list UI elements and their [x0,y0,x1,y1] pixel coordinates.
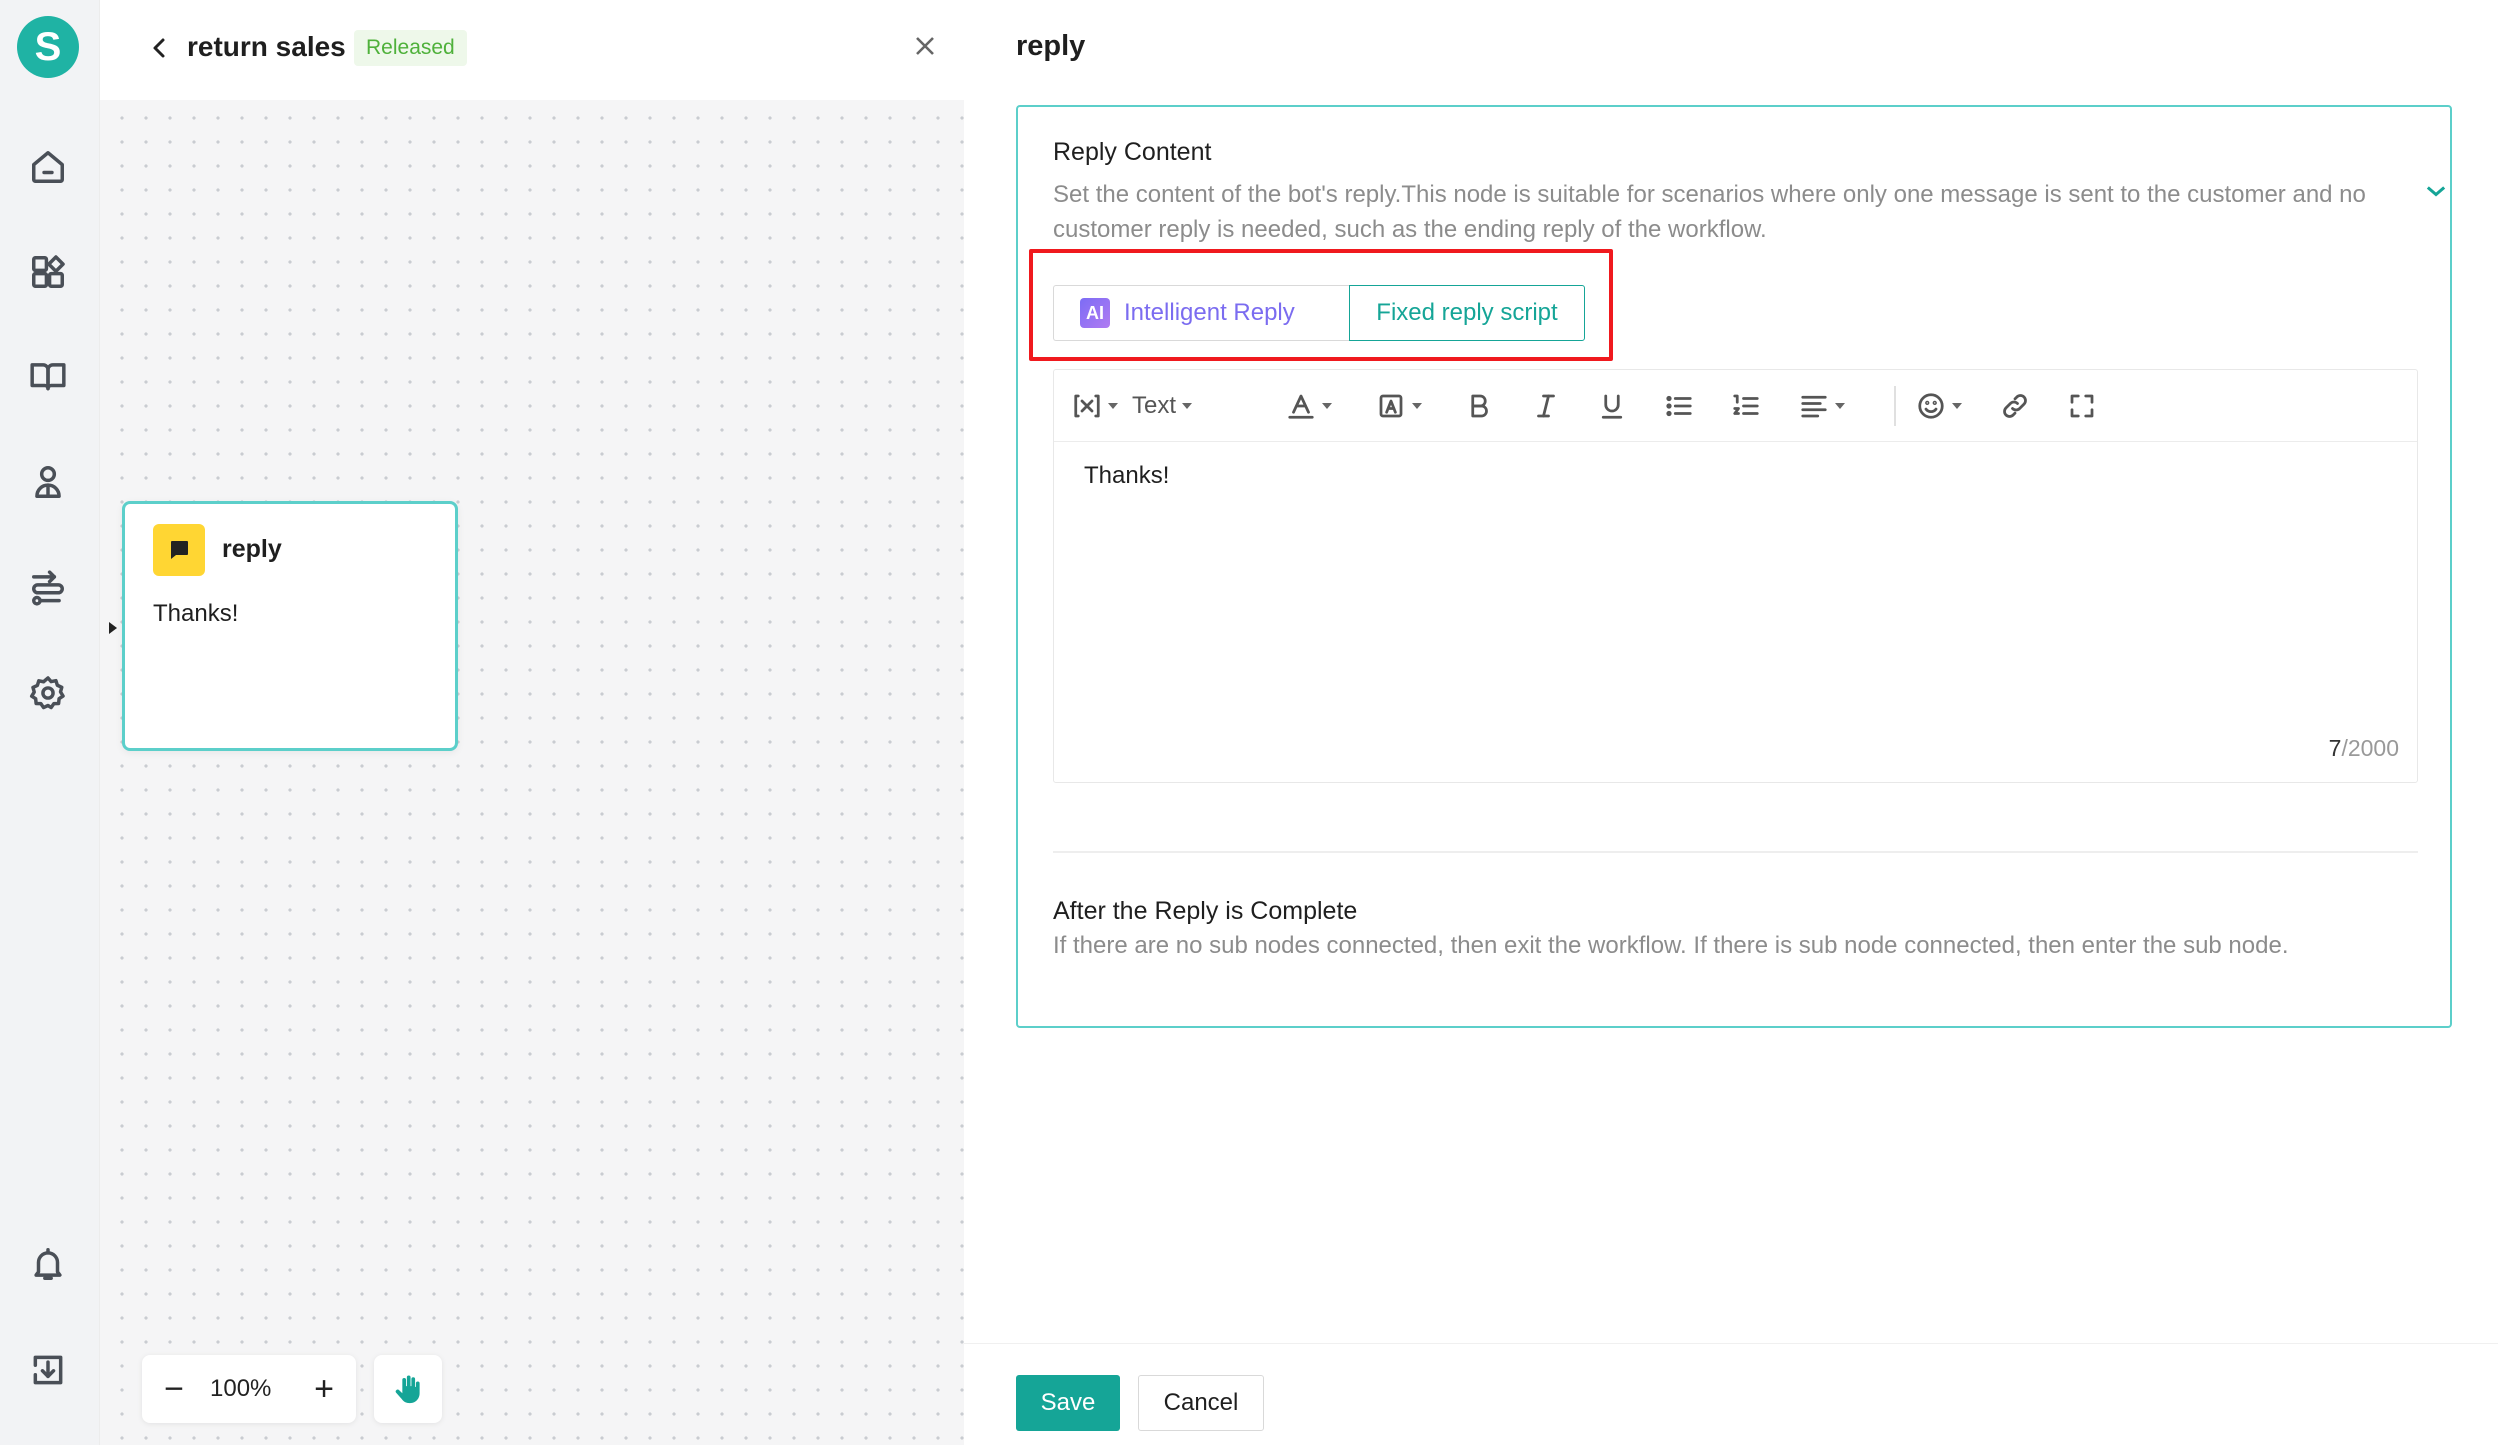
chevron-left-icon [153,38,165,58]
node-title: reply [222,535,282,563]
highlight-color-icon [1379,394,1403,418]
emoji-button[interactable] [1916,388,1962,424]
bullet-list-button[interactable] [1664,388,1694,424]
toolbar-divider [1894,386,1896,426]
bullet-list-icon [1666,395,1692,417]
zoom-control: − 100% + [142,1355,356,1423]
highlight-color-button[interactable] [1376,388,1422,424]
tab-intelligent-reply[interactable]: AI Intelligent Reply [1053,285,1349,341]
app-logo[interactable]: S [17,16,79,78]
zoom-out-button[interactable]: − [154,1369,194,1409]
workflow-canvas[interactable]: return sales Released reply Thanks! − 10… [100,0,964,1445]
close-icon [916,37,934,55]
rich-text-editor[interactable]: Text Thanks! 7/2000 [1053,369,2418,783]
reply-content-section: Reply Content Set the content of the bot… [1016,105,2452,1028]
back-button[interactable] [142,30,178,66]
text-style-label: Text [1132,392,1177,419]
tab-intelligent-reply-label: Intelligent Reply [1124,299,1295,326]
panel-title: reply [1016,30,1086,62]
zoom-level: 100% [210,1375,272,1402]
bold-button[interactable] [1464,388,1494,424]
apps-icon[interactable] [28,252,68,292]
ai-icon: AI [1080,298,1110,328]
users-icon[interactable] [28,462,68,502]
fullscreen-icon [2070,394,2094,418]
fullscreen-button[interactable] [2067,388,2097,424]
close-button[interactable] [892,16,958,76]
workflow-icon[interactable] [28,568,68,608]
reply-content-title: Reply Content [1053,138,1212,166]
tab-fixed-reply-script[interactable]: Fixed reply script [1349,285,1585,341]
canvas-header: return sales Released [100,0,964,100]
underline-icon [1601,394,1623,419]
bell-icon[interactable] [28,1244,68,1284]
left-nav-rail: S [0,0,100,1445]
chevron-down-icon[interactable] [2422,177,2450,205]
node-input-port[interactable] [109,622,117,634]
bold-icon [1471,394,1488,418]
font-color-button[interactable] [1286,388,1332,424]
save-button[interactable]: Save [1016,1375,1120,1431]
zoom-in-button[interactable]: + [304,1369,344,1409]
align-button[interactable] [1799,388,1845,424]
section-divider [1053,851,2418,853]
download-icon[interactable] [28,1350,68,1390]
node-preview-text: Thanks! [153,600,239,627]
insert-variable-button[interactable] [1072,388,1118,424]
character-counter: 7/2000 [2328,735,2399,761]
reply-node-card[interactable]: reply Thanks! [109,501,458,751]
panel-footer: Save Cancel [964,1343,2498,1445]
home-icon[interactable] [28,147,68,187]
hand-icon [395,1375,420,1404]
cancel-button[interactable]: Cancel [1138,1375,1264,1431]
underline-button[interactable] [1597,388,1627,424]
font-color-icon [1288,394,1314,419]
numbered-list-button[interactable] [1731,388,1761,424]
italic-icon [1537,394,1555,418]
reply-content-description: Set the content of the bot's reply.This … [1053,181,2366,243]
editor-content[interactable]: Thanks! [1084,462,1169,490]
after-reply-title: After the Reply is Complete [1053,897,1358,925]
text-style-dropdown[interactable]: Text [1132,388,1193,424]
align-icon [1801,395,1827,418]
pan-tool-button[interactable] [374,1355,442,1423]
app-root: S return sales Released reply Thanks! − … [0,0,2498,1445]
emoji-icon [1918,393,1944,419]
editor-toolbar: Text [1054,370,2417,442]
status-badge: Released [354,30,467,66]
link-icon [2003,394,2027,418]
after-reply-description: If there are no sub nodes connected, the… [1053,932,2289,959]
italic-button[interactable] [1531,388,1561,424]
node-config-panel: reply Reply Content Set the content of t… [964,0,2498,1445]
message-icon [153,524,205,576]
book-icon[interactable] [28,356,68,396]
workflow-title: return sales [187,31,346,62]
variable-icon [1074,394,1100,418]
link-button[interactable] [2000,388,2030,424]
numbered-list-icon [1733,394,1759,415]
settings-icon[interactable] [28,673,68,713]
